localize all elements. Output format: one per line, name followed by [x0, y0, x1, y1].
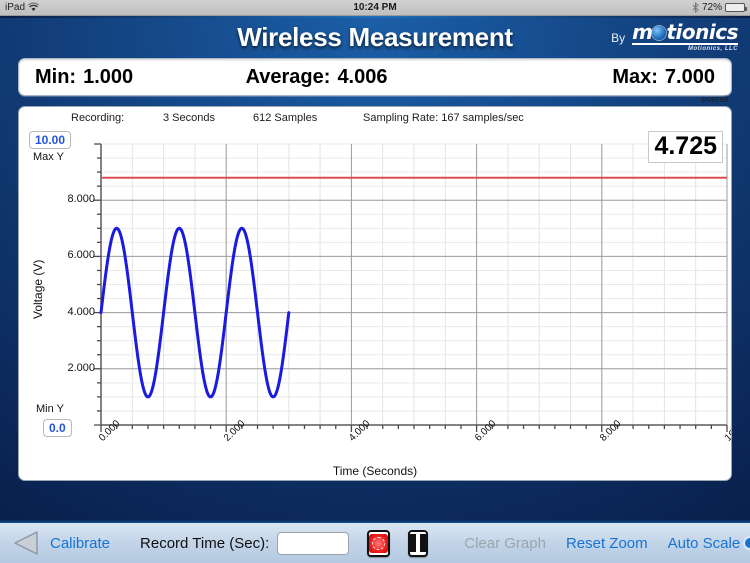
bluetooth-icon — [692, 1, 699, 14]
clear-graph-button[interactable]: Clear Graph — [454, 535, 556, 552]
globe-icon — [652, 26, 667, 40]
battery-percent: 72% — [701, 2, 722, 13]
stat-average-value: 4.006 — [337, 65, 388, 88]
stats-bar: Min: 1.000 Average: 4.006 Max: 7.000 — [18, 58, 732, 96]
pause-icon — [410, 534, 427, 552]
plot-area[interactable]: 4.725 Voltage (V) Time (Seconds) 10.00 M… — [19, 129, 731, 480]
brand-logo: By m tionics Motionics, LLC — [611, 22, 738, 52]
chart-ticks — [94, 143, 728, 432]
stat-min: Min: 1.000 — [35, 66, 133, 89]
calibrate-button[interactable]: Calibrate — [40, 535, 120, 552]
record-icon — [369, 533, 389, 553]
y-tick-label: 2.000 — [67, 361, 95, 374]
y-tick-label: 6.000 — [67, 249, 95, 262]
stat-min-label: Min: — [35, 65, 77, 88]
brand-name-post: tionics — [666, 20, 738, 44]
grid-minor — [100, 143, 728, 426]
brand-wordmark: m tionics — [632, 22, 738, 45]
status-right: 72% — [692, 1, 747, 14]
status-clock: 10:24 PM — [353, 2, 397, 13]
overall-note: overall — [701, 94, 728, 104]
app-header: Wireless Measurement By m tionics Motion… — [0, 16, 750, 58]
chart-svg — [94, 143, 728, 432]
back-button[interactable] — [12, 530, 40, 556]
recording-info-row: Recording: 3 Seconds 612 Samples Samplin… — [19, 107, 731, 129]
stat-average: Average: 4.006 — [246, 66, 388, 89]
brand-by-label: By — [611, 31, 626, 45]
recording-rate: Sampling Rate: 167 samples/sec — [363, 112, 524, 124]
brand-subtitle: Motionics, LLC — [688, 46, 738, 52]
battery-icon — [725, 3, 747, 12]
stat-max: Max: 7.000 — [612, 66, 715, 89]
bottom-toolbar: Calibrate Record Time (Sec): Clear Graph… — [0, 520, 750, 563]
pause-button[interactable] — [408, 529, 429, 557]
back-arrow-icon — [14, 531, 38, 555]
y-tick-label: 8.000 — [67, 193, 95, 206]
auto-scale-button[interactable]: Auto Scale — [658, 535, 750, 552]
current-value-readout: 4.725 — [648, 131, 723, 163]
recording-samples: 612 Samples — [253, 112, 318, 124]
y-tick-label: 4.000 — [67, 305, 95, 318]
record-button[interactable] — [367, 529, 391, 557]
reset-zoom-button[interactable]: Reset Zoom — [556, 535, 658, 552]
record-time-label: Record Time (Sec): — [140, 534, 270, 552]
stat-max-label: Max: — [612, 65, 658, 88]
stats-section: Min: 1.000 Average: 4.006 Max: 7.000 overal… — [0, 58, 750, 104]
brand-name-pre: m — [632, 20, 653, 44]
stat-average-label: Average: — [245, 65, 331, 88]
stat-max-value: 7.000 — [664, 65, 715, 88]
recording-label: Recording: — [71, 112, 125, 124]
record-time-input[interactable] — [277, 531, 350, 555]
chart-panel: Recording: 3 Seconds 612 Samples Samplin… — [18, 106, 732, 481]
recording-duration: 3 Seconds — [163, 112, 215, 124]
app-root: Wireless Measurement By m tionics Motion… — [0, 16, 750, 563]
stat-min-value: 1.000 — [83, 65, 134, 88]
ios-status-bar: iPad 10:24 PM 72% — [0, 0, 750, 16]
